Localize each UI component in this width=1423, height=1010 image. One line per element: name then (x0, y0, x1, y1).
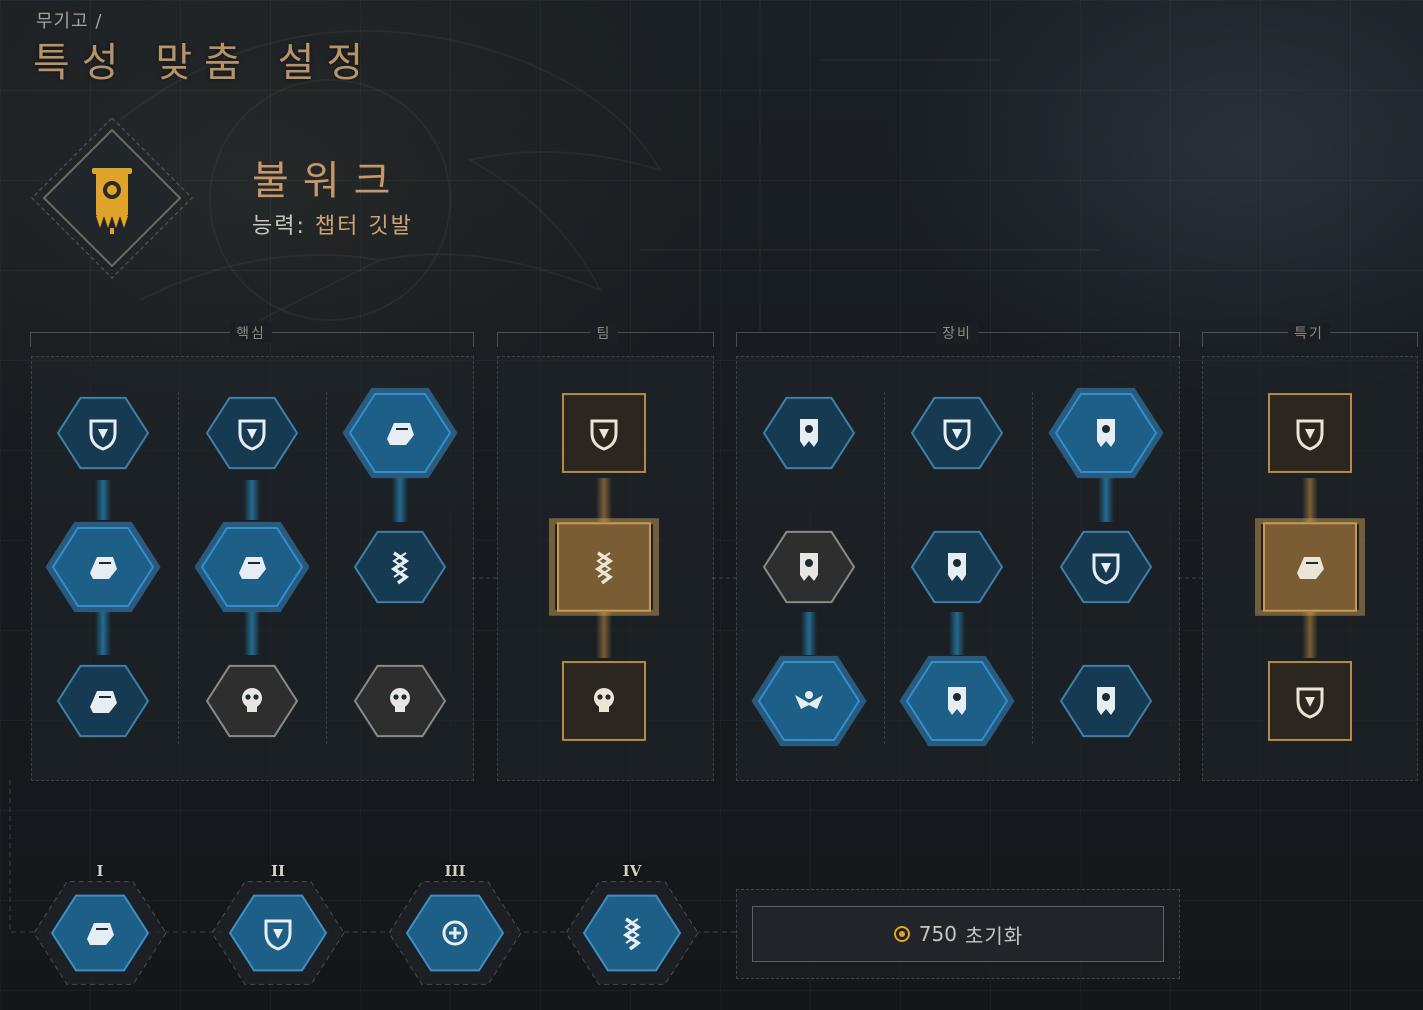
perk-node-core[interactable] (52, 650, 154, 752)
perk-node-core[interactable] (194, 511, 310, 623)
tier-slot[interactable] (30, 869, 170, 997)
perk-node-gear[interactable] (758, 382, 860, 484)
section-label-team: 팀 (590, 323, 618, 343)
perk-node-gear[interactable] (1048, 377, 1164, 489)
tier-label: I (96, 862, 104, 880)
perk-node-core[interactable] (349, 516, 451, 618)
perk-node-gear[interactable] (906, 516, 1008, 618)
perk-node-signature[interactable] (1254, 511, 1366, 623)
tier-label: III (444, 862, 466, 880)
perk-node-gear[interactable] (758, 516, 860, 618)
perk-node-core[interactable] (201, 650, 303, 752)
class-ability: 능력: 챕터 깃발 (252, 208, 413, 240)
perk-node-gear[interactable] (1055, 516, 1157, 618)
page-title: 특성 맞춤 설정 (33, 40, 376, 86)
perk-node-gear[interactable] (899, 645, 1015, 757)
class-emblem (30, 116, 194, 280)
perk-node-team[interactable] (548, 511, 660, 623)
reset-button[interactable]: 750 초기화 (752, 906, 1164, 962)
perk-node-core[interactable] (342, 377, 458, 489)
perk-node-gear[interactable] (906, 382, 1008, 484)
tier-slot[interactable] (562, 869, 702, 997)
perk-node-gear[interactable] (1055, 650, 1157, 752)
section-label-signature: 특기 (1288, 323, 1330, 343)
perk-node-team[interactable] (553, 650, 655, 752)
gear-column-separator (884, 392, 885, 744)
reset-cost: 750 (918, 922, 957, 946)
tier-slot[interactable] (208, 869, 348, 997)
gear-column-separator (1032, 392, 1033, 744)
section-label-core: 핵심 (230, 323, 272, 343)
perk-node-signature[interactable] (1259, 650, 1361, 752)
core-column-separator (326, 392, 327, 744)
tier-slot[interactable] (385, 869, 525, 997)
class-name: 불워크 (252, 158, 405, 204)
perk-node-signature[interactable] (1259, 382, 1361, 484)
perk-node-gear[interactable] (751, 645, 867, 757)
tier-label: II (270, 862, 286, 880)
reset-label: 초기화 (964, 923, 1024, 948)
perk-node-core[interactable] (52, 382, 154, 484)
tier-label: IV (622, 862, 642, 880)
requisition-coin-icon (893, 926, 910, 942)
ability-prefix: 능력: (252, 214, 306, 239)
perk-node-team[interactable] (553, 382, 655, 484)
perk-node-core[interactable] (45, 511, 161, 623)
perk-customization-screen: 무기고 / 특성 맞춤 설정 불워크 능력: 챕터 깃발 핵심 팀 장비 특기 (0, 0, 1423, 1010)
perk-node-core[interactable] (201, 382, 303, 484)
perk-node-core[interactable] (349, 650, 451, 752)
section-label-gear: 장비 (936, 323, 978, 343)
ability-name: 챕터 깃발 (314, 214, 413, 239)
core-column-separator (178, 392, 179, 744)
